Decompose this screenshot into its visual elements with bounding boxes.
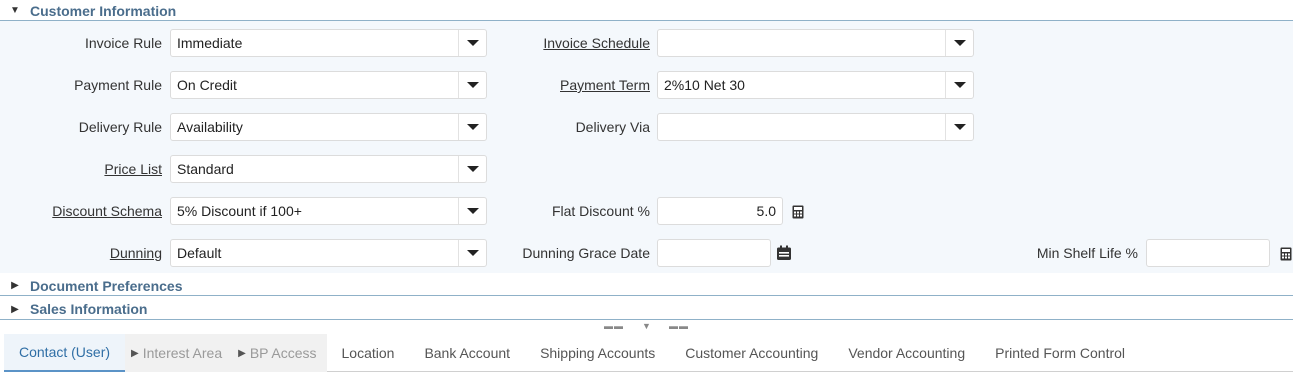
section-header-customer-information[interactable]: ▼ Customer Information bbox=[0, 0, 1293, 21]
chevron-down-icon[interactable] bbox=[458, 240, 486, 266]
splitter-grip: ▬▬ bbox=[668, 321, 689, 331]
delivery-rule-select[interactable]: Availability bbox=[170, 113, 487, 141]
min-shelf-life-label: Min Shelf Life % bbox=[1036, 245, 1138, 261]
payment-term-value: 2%10 Net 30 bbox=[664, 77, 745, 93]
discount-schema-select[interactable]: 5% Discount if 100+ bbox=[170, 197, 487, 225]
caret-right-icon: ▶ bbox=[238, 347, 246, 359]
tab-label: BP Access bbox=[249, 345, 317, 361]
delivery-via-select[interactable] bbox=[657, 113, 974, 141]
splitter-grip: ▬▬ bbox=[604, 321, 625, 331]
price-list-select[interactable]: Standard bbox=[170, 155, 487, 183]
tab-location[interactable]: Location bbox=[327, 334, 410, 372]
tab-vendor-accounting[interactable]: Vendor Accounting bbox=[833, 334, 980, 372]
section-title: Document Preferences bbox=[30, 277, 183, 294]
chevron-down-icon[interactable] bbox=[458, 30, 486, 56]
dunning-grace-date-label: Dunning Grace Date bbox=[522, 245, 650, 261]
chevron-down-icon[interactable] bbox=[458, 114, 486, 140]
payment-term-select[interactable]: 2%10 Net 30 bbox=[657, 71, 974, 99]
calculator-icon[interactable] bbox=[790, 204, 806, 220]
discount-schema-label[interactable]: Discount Schema bbox=[52, 203, 162, 219]
invoice-rule-select[interactable]: Immediate bbox=[170, 29, 487, 57]
payment-rule-select[interactable]: On Credit bbox=[170, 71, 487, 99]
price-list-label[interactable]: Price List bbox=[104, 161, 162, 177]
payment-term-label[interactable]: Payment Term bbox=[560, 77, 650, 93]
payment-rule-label: Payment Rule bbox=[74, 77, 162, 93]
calculator-icon[interactable] bbox=[1278, 246, 1293, 262]
dunning-grace-date-input[interactable] bbox=[657, 239, 771, 267]
chevron-down-icon[interactable] bbox=[458, 72, 486, 98]
delivery-via-label: Delivery Via bbox=[575, 119, 650, 135]
tab-printed-form-control[interactable]: Printed Form Control bbox=[980, 334, 1140, 372]
dunning-value: Default bbox=[177, 245, 222, 261]
panel-splitter[interactable]: ▬▬ ▼ ▬▬ bbox=[0, 320, 1293, 332]
section-title: Sales Information bbox=[30, 301, 148, 317]
tab-shipping-accounts[interactable]: Shipping Accounts bbox=[525, 334, 670, 372]
section-divider bbox=[0, 295, 1293, 296]
tab-label: Interest Area bbox=[142, 345, 223, 361]
detail-tabbar: Contact (User) ▶ Interest Area ▶ BP Acce… bbox=[4, 334, 1293, 372]
caret-right-icon: ▶ bbox=[131, 347, 139, 359]
dunning-label[interactable]: Dunning bbox=[110, 245, 162, 261]
chevron-down-icon[interactable] bbox=[945, 114, 973, 140]
caret-right-icon: ▶ bbox=[11, 280, 19, 291]
chevron-down-icon[interactable] bbox=[945, 72, 973, 98]
tab-customer-accounting[interactable]: Customer Accounting bbox=[670, 334, 833, 372]
caret-down-icon: ▼ bbox=[10, 5, 20, 16]
tab-bp-access[interactable]: ▶ BP Access bbox=[232, 334, 327, 372]
section-title: Customer Information bbox=[30, 2, 177, 19]
payment-rule-value: On Credit bbox=[177, 77, 237, 93]
delivery-rule-value: Availability bbox=[177, 119, 243, 135]
tab-bank-account[interactable]: Bank Account bbox=[409, 334, 525, 372]
customer-information-panel: Invoice Rule Immediate Invoice Schedule … bbox=[0, 21, 1293, 273]
dunning-select[interactable]: Default bbox=[170, 239, 487, 267]
tab-contact-user[interactable]: Contact (User) bbox=[4, 334, 126, 372]
section-header-document-preferences[interactable]: ▶ Document Preferences bbox=[0, 275, 1293, 296]
invoice-rule-value: Immediate bbox=[177, 35, 243, 51]
chevron-down-icon[interactable]: ▼ bbox=[642, 321, 651, 331]
section-header-sales-information[interactable]: ▶ Sales Information bbox=[0, 298, 1293, 320]
price-list-value: Standard bbox=[177, 161, 234, 177]
invoice-schedule-label[interactable]: Invoice Schedule bbox=[543, 35, 650, 51]
discount-schema-value: 5% Discount if 100+ bbox=[177, 203, 302, 219]
caret-right-icon: ▶ bbox=[11, 303, 19, 315]
invoice-schedule-select[interactable] bbox=[657, 29, 974, 57]
tab-interest-area[interactable]: ▶ Interest Area bbox=[125, 334, 233, 372]
min-shelf-life-input[interactable] bbox=[1146, 239, 1270, 267]
delivery-rule-label: Delivery Rule bbox=[78, 119, 162, 135]
chevron-down-icon[interactable] bbox=[458, 198, 486, 224]
flat-discount-input[interactable]: 5.0 bbox=[657, 197, 783, 225]
chevron-down-icon[interactable] bbox=[945, 30, 973, 56]
invoice-rule-label: Invoice Rule bbox=[84, 35, 162, 51]
calendar-icon[interactable] bbox=[776, 245, 792, 261]
chevron-down-icon[interactable] bbox=[458, 156, 486, 182]
flat-discount-label: Flat Discount % bbox=[551, 203, 650, 219]
